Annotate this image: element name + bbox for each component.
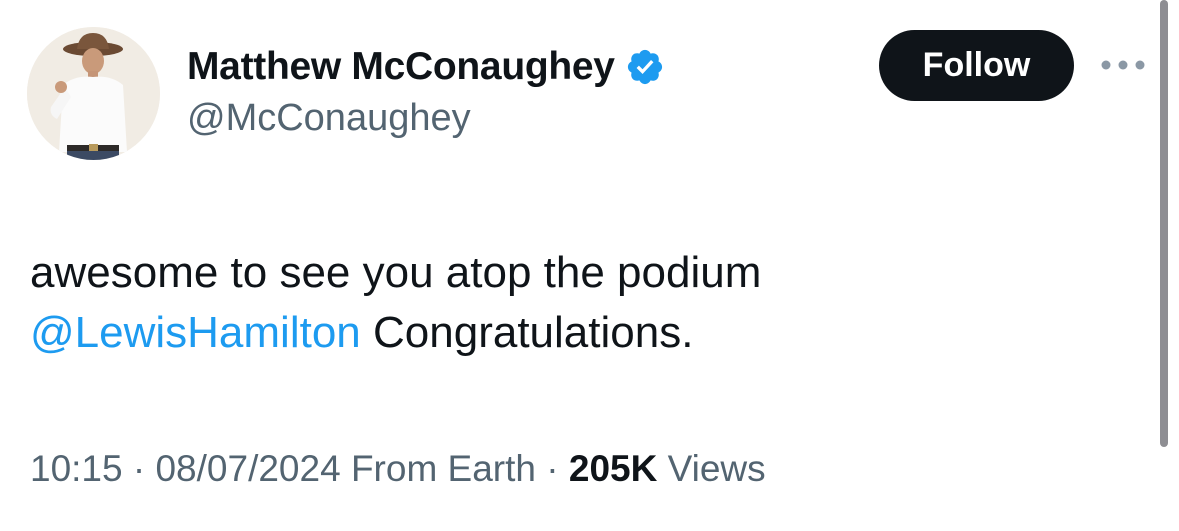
views-label[interactable]: Views <box>657 448 766 489</box>
tweet-text-remainder: Congratulations. <box>360 308 694 357</box>
tweet-metadata: 10:15 · 08/07/2024 From Earth · 205K Vie… <box>30 448 766 490</box>
verified-badge-icon <box>625 47 665 87</box>
avatar-image <box>27 27 160 160</box>
follow-button[interactable]: Follow <box>879 30 1074 101</box>
author-display-name[interactable]: Matthew McConaughey <box>187 45 615 89</box>
views-count[interactable]: 205K <box>569 448 657 489</box>
author-handle[interactable]: @McConaughey <box>187 97 471 140</box>
tweet-date[interactable]: 08/07/2024 <box>155 448 340 489</box>
tweet-source: From Earth <box>340 448 536 489</box>
tweet-card: Matthew McConaughey @McConaughey Follow … <box>0 0 1179 531</box>
more-horizontal-icon[interactable] <box>1099 58 1147 72</box>
mention-link[interactable]: @LewisHamilton <box>30 308 361 357</box>
meta-separator: · <box>122 448 156 489</box>
tweet-text-line1: awesome to see you atop the podium <box>30 248 762 297</box>
avatar[interactable] <box>27 27 160 160</box>
author-name-row: Matthew McConaughey <box>187 42 665 92</box>
tweet-text-line2: @LewisHamilton Congratulations. <box>30 303 1130 363</box>
tweet-text: awesome to see you atop the podium @Lewi… <box>30 243 1130 363</box>
scrollbar[interactable] <box>1160 0 1168 447</box>
tweet-time[interactable]: 10:15 <box>30 448 123 489</box>
meta-separator: · <box>536 448 569 489</box>
